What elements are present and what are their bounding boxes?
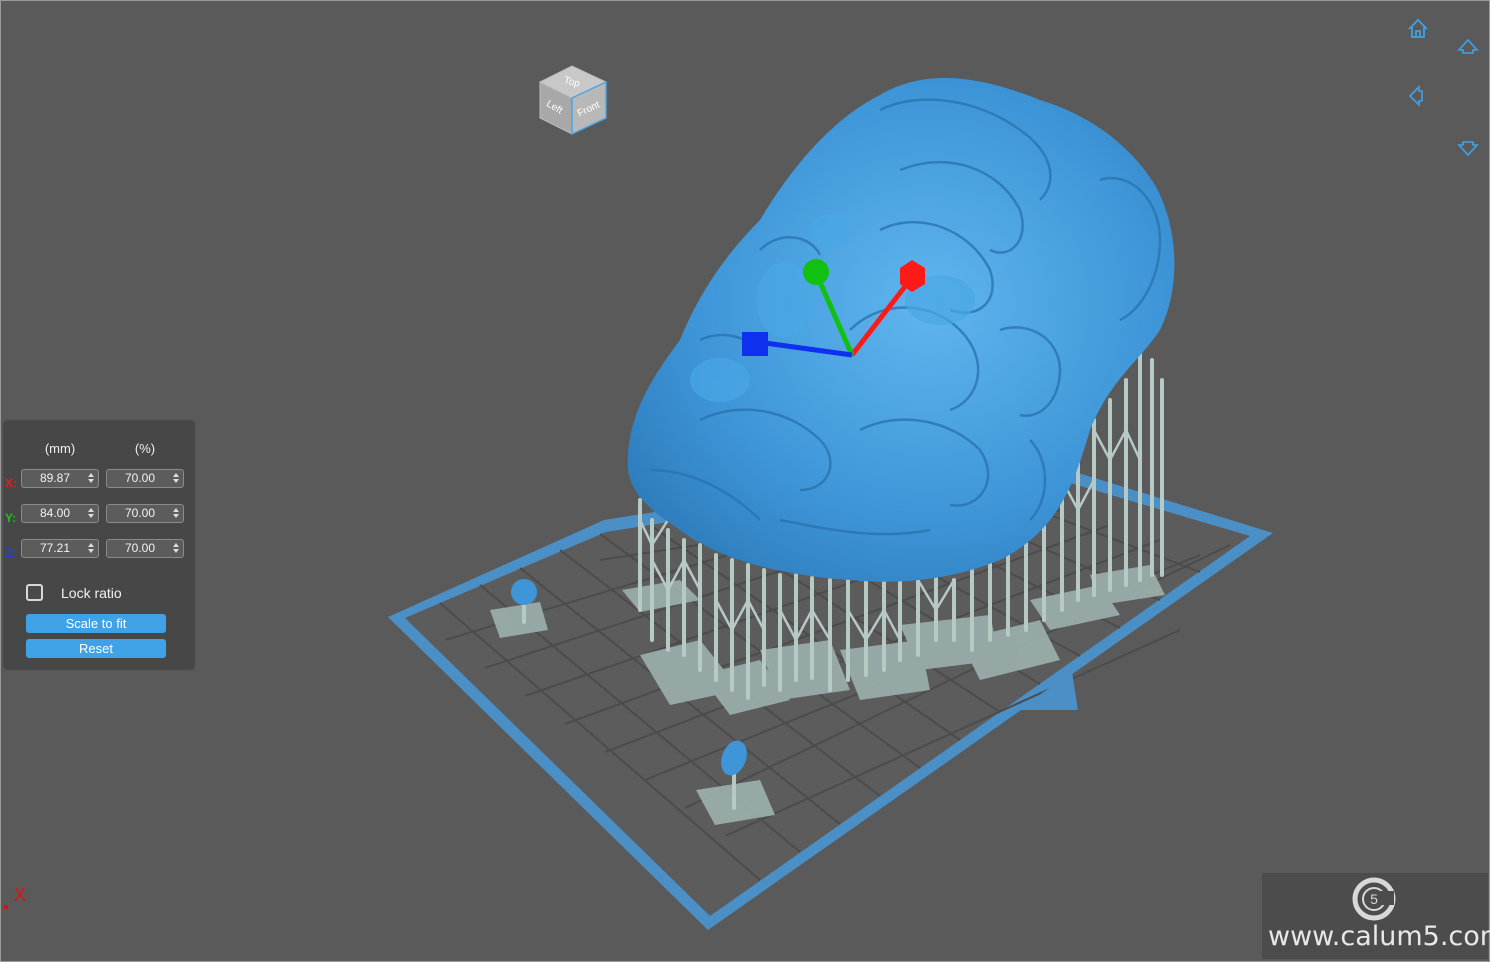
spinner-arrows-icon[interactable] bbox=[173, 471, 180, 486]
watermark-logo-icon: 5 bbox=[1352, 877, 1396, 921]
percent-column-header: (%) bbox=[134, 441, 156, 456]
rotate-left-icon[interactable] bbox=[1404, 84, 1428, 108]
axis-origin-dot bbox=[4, 905, 8, 909]
watermark-text: www.calum5.com bbox=[1268, 921, 1490, 952]
watermark-logo-digit: 5 bbox=[1370, 891, 1378, 907]
z-percent-input[interactable]: 70.00 bbox=[106, 539, 184, 558]
y-mm-input[interactable]: 84.00 bbox=[21, 504, 99, 523]
x-percent-input[interactable]: 70.00 bbox=[106, 469, 184, 488]
lock-ratio-label: Lock ratio bbox=[61, 585, 122, 601]
spinner-arrows-icon[interactable] bbox=[88, 506, 95, 521]
mm-column-header: (mm) bbox=[44, 441, 76, 456]
y-percent-value: 70.00 bbox=[124, 506, 156, 520]
axis-label-x: X: bbox=[5, 476, 17, 490]
y-percent-input[interactable]: 70.00 bbox=[106, 504, 184, 523]
reset-button[interactable]: Reset bbox=[26, 639, 166, 658]
spinner-arrows-icon[interactable] bbox=[88, 471, 95, 486]
z-mm-value: 77.21 bbox=[39, 541, 71, 555]
axis-label-y: Y: bbox=[5, 511, 17, 525]
rotate-down-icon[interactable] bbox=[1456, 137, 1480, 161]
home-view-icon[interactable] bbox=[1406, 17, 1430, 41]
y-mm-value: 84.00 bbox=[39, 506, 71, 520]
scale-to-fit-button[interactable]: Scale to fit bbox=[26, 614, 166, 633]
3d-viewport[interactable]: Top Left Front bbox=[0, 0, 1490, 962]
x-mm-value: 89.87 bbox=[39, 471, 71, 485]
x-percent-value: 70.00 bbox=[124, 471, 156, 485]
view-cube[interactable]: Top Left Front bbox=[538, 65, 608, 136]
scale-panel: (mm) (%) X: 89.87 70.00 Y: 84.00 70.00 Z… bbox=[4, 421, 194, 669]
axis-label-z: Z: bbox=[5, 546, 17, 560]
watermark: 5 www.calum5.com bbox=[1262, 873, 1490, 959]
gizmo-z-handle bbox=[742, 332, 768, 356]
spinner-arrows-icon[interactable] bbox=[88, 541, 95, 556]
z-percent-value: 70.00 bbox=[124, 541, 156, 555]
lock-ratio-checkbox[interactable] bbox=[26, 584, 43, 601]
gizmo-y-handle bbox=[803, 259, 829, 285]
rotate-up-icon[interactable] bbox=[1456, 34, 1480, 58]
x-mm-input[interactable]: 89.87 bbox=[21, 469, 99, 488]
z-mm-input[interactable]: 77.21 bbox=[21, 539, 99, 558]
axis-indicator: X bbox=[14, 885, 27, 905]
spinner-arrows-icon[interactable] bbox=[173, 506, 180, 521]
spinner-arrows-icon[interactable] bbox=[173, 541, 180, 556]
